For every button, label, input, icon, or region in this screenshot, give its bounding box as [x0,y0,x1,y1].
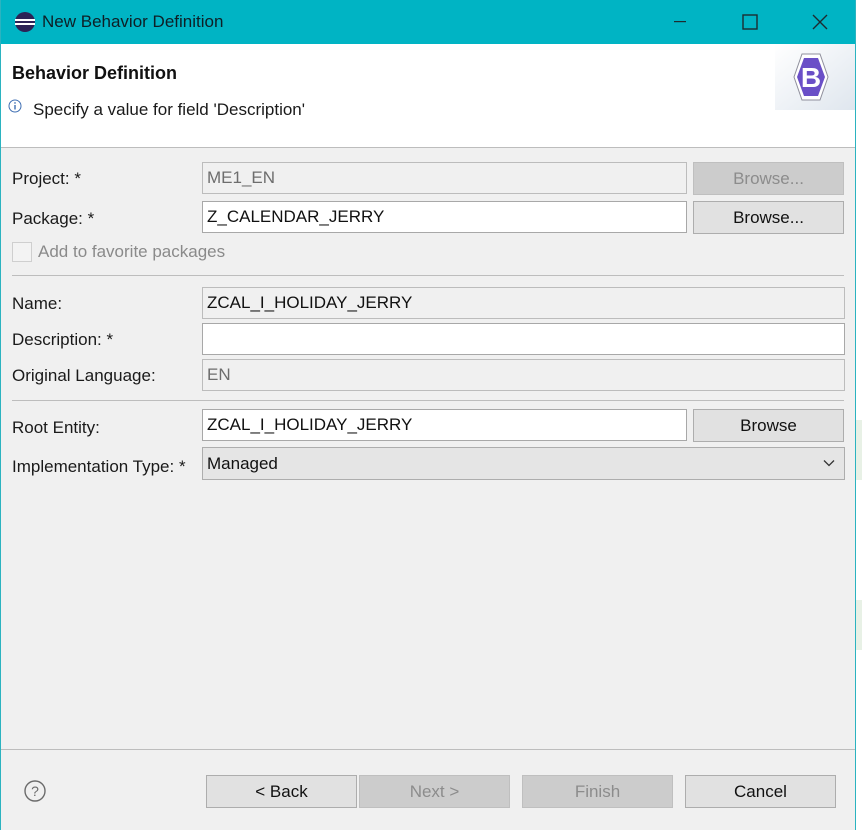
root-entity-field[interactable]: ZCAL_I_HOLIDAY_JERRY [202,409,687,441]
window-title: New Behavior Definition [42,12,224,31]
maximize-icon [742,14,758,30]
new-behavior-definition-dialog: New Behavior Definition Behavior Definit… [0,0,856,830]
background-window-edge [856,0,862,830]
help-icon[interactable]: ? [23,779,47,803]
close-icon [812,14,828,30]
package-label: Package: * [12,209,95,228]
implementation-type-label: Implementation Type: * [12,457,186,476]
eclipse-icon [13,10,37,34]
name-field: ZCAL_I_HOLIDAY_JERRY [202,287,845,319]
page-title: Behavior Definition [12,63,178,83]
title-bar[interactable]: New Behavior Definition [1,0,855,44]
validation-message: Specify a value for field 'Description' [8,99,306,120]
footer-separator [1,749,855,750]
implementation-type-select[interactable]: Managed [202,447,845,480]
cancel-button[interactable]: Cancel [685,775,836,808]
validation-message-text: Specify a value for field 'Description' [33,100,306,119]
project-field: ME1_EN [202,162,687,194]
favorite-packages-label: Add to favorite packages [38,242,226,261]
info-icon [8,99,22,113]
project-label: Project: * [12,169,81,188]
separator-1 [12,275,844,276]
separator-2 [12,400,844,401]
chevron-down-icon [823,460,835,467]
root-entity-browse-button[interactable]: Browse [693,409,844,442]
logo-letter: B [801,62,821,93]
finish-button[interactable]: Finish [522,775,673,808]
root-entity-label: Root Entity: [12,418,100,437]
back-button[interactable]: < Back [206,775,357,808]
behavior-definition-logo: B [775,44,855,110]
maximize-button[interactable] [715,0,785,44]
close-button[interactable] [785,0,855,44]
minimize-icon [674,21,686,23]
header-banner: Behavior Definition Specify a value for … [1,44,855,148]
svg-text:?: ? [31,783,39,799]
implementation-type-value: Managed [207,453,278,473]
description-field[interactable] [202,323,845,355]
project-browse-button[interactable]: Browse... [693,162,844,195]
favorite-packages-row[interactable]: Add to favorite packages [12,242,225,262]
package-browse-button[interactable]: Browse... [693,201,844,234]
minimize-button[interactable] [645,0,715,44]
window-controls [645,0,855,44]
original-language-field: EN [202,359,845,391]
description-label: Description: * [12,330,114,349]
favorite-packages-checkbox[interactable] [12,242,32,262]
package-field[interactable]: Z_CALENDAR_JERRY [202,201,687,233]
original-language-label: Original Language: [12,366,156,385]
name-label: Name: [12,294,63,313]
next-button[interactable]: Next > [359,775,510,808]
